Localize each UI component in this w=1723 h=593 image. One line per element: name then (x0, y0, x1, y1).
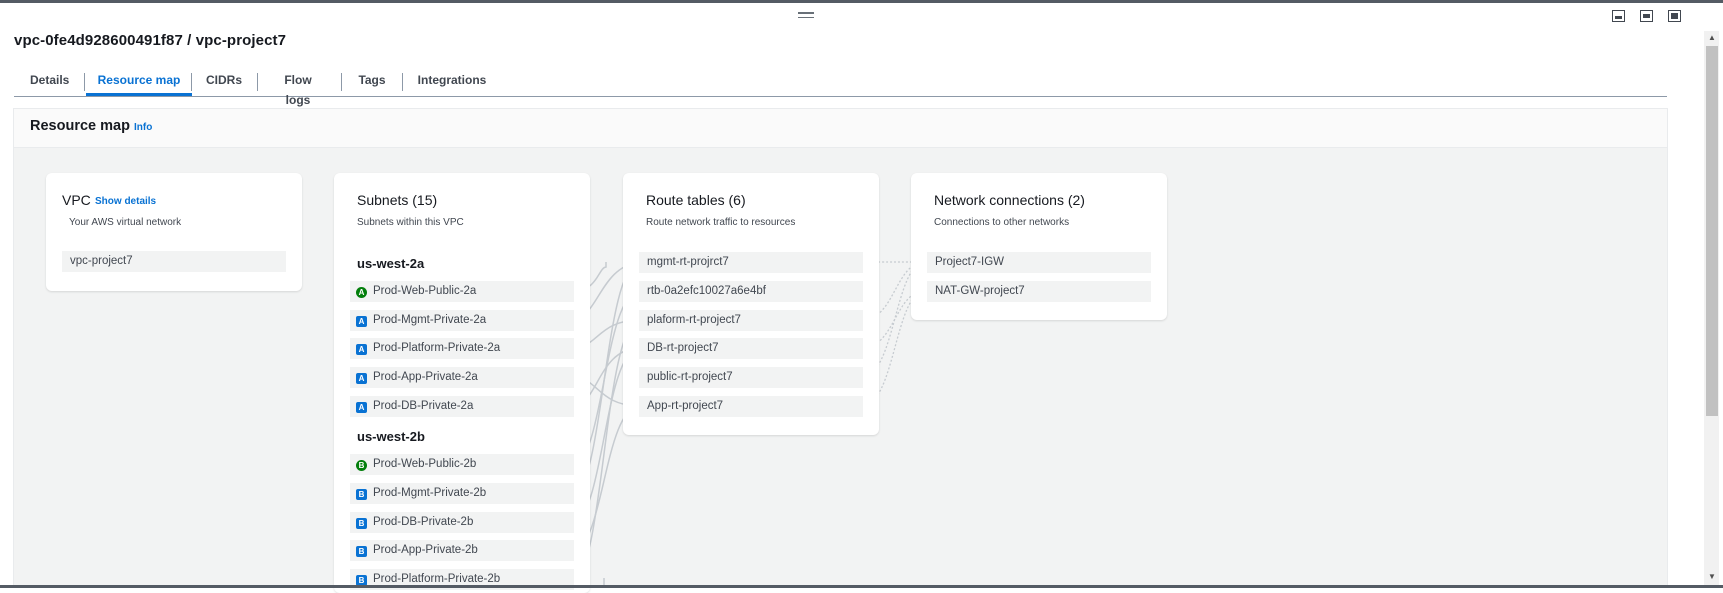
az-heading: us-west-2a (357, 256, 425, 271)
route-table-item[interactable]: App-rt-project7 (639, 396, 863, 417)
network-connections-card-title: Network connections (2) (934, 192, 1085, 208)
subnet-label: Prod-DB-Private-2a (373, 400, 474, 412)
private-subnet-badge-icon: B (356, 546, 367, 557)
subnet-label: Prod-App-Private-2a (373, 371, 478, 383)
subnet-item[interactable]: A Prod-App-Private-2a (350, 367, 574, 388)
private-subnet-badge-icon: B (356, 489, 367, 500)
private-subnet-badge-icon: A (356, 402, 367, 413)
public-subnet-badge-icon: A (356, 287, 367, 298)
subnet-item[interactable]: A Prod-DB-Private-2a (350, 396, 574, 417)
scrollbar-thumb[interactable] (1706, 46, 1718, 416)
vpc-card: VPC Show details Your AWS virtual networ… (46, 173, 302, 291)
network-connection-item[interactable]: Project7-IGW (927, 252, 1151, 273)
private-subnet-badge-icon: A (356, 316, 367, 327)
subnets-card-title: Subnets (15) (357, 192, 438, 208)
public-subnet-badge-icon: B (356, 460, 367, 471)
subnet-item[interactable]: A Prod-Web-Public-2a (350, 281, 574, 302)
subnets-card: Subnets (15) Subnets within this VPC us-… (334, 173, 590, 593)
subnet-label: Prod-Web-Public-2a (373, 285, 477, 297)
subnet-label: Prod-Mgmt-Private-2a (373, 314, 487, 326)
private-subnet-badge-icon: A (356, 344, 367, 355)
route-tables-card-subtitle: Route network traffic to resources (646, 217, 796, 228)
subnet-item[interactable]: B Prod-Web-Public-2b (350, 454, 574, 475)
vpc-card-subtitle: Your AWS virtual network (69, 217, 182, 228)
route-tables-card-title: Route tables (6) (646, 192, 746, 208)
subnet-label: Prod-App-Private-2b (373, 544, 478, 556)
subnet-item[interactable]: B Prod-DB-Private-2b (350, 512, 574, 533)
scroll-up-icon[interactable]: ▲ (1707, 33, 1717, 43)
network-connection-item[interactable]: NAT-GW-project7 (927, 281, 1151, 302)
subnet-label: Prod-Web-Public-2b (373, 458, 477, 470)
route-table-item[interactable]: plaform-rt-project7 (639, 310, 863, 331)
scroll-down-icon[interactable]: ▼ (1707, 572, 1717, 582)
vpc-card-title: VPC (62, 192, 91, 208)
subnet-label: Prod-DB-Private-2b (373, 516, 474, 528)
subnets-card-subtitle: Subnets within this VPC (357, 217, 464, 228)
private-subnet-badge-icon: B (356, 518, 367, 529)
show-details-link[interactable]: Show details (95, 196, 156, 207)
subnet-item[interactable]: A Prod-Mgmt-Private-2a (350, 310, 574, 331)
route-table-item[interactable]: mgmt-rt-projrct7 (639, 252, 863, 273)
network-connections-card-subtitle: Connections to other networks (934, 217, 1070, 228)
subnet-label: Prod-Mgmt-Private-2b (373, 487, 487, 499)
route-tables-card: Route tables (6) Route network traffic t… (623, 173, 879, 435)
az-heading: us-west-2b (357, 429, 425, 444)
route-table-item[interactable]: rtb-0a2efc10027a6e4bf (639, 281, 863, 302)
route-table-item[interactable]: DB-rt-project7 (639, 338, 863, 359)
subnet-label: Prod-Platform-Private-2b (373, 573, 501, 585)
private-subnet-badge-icon: A (356, 373, 367, 384)
subnet-item[interactable]: A Prod-Platform-Private-2a (350, 338, 574, 359)
route-table-item[interactable]: public-rt-project7 (639, 367, 863, 388)
network-connections-card: Network connections (2) Connections to o… (911, 173, 1167, 320)
vpc-item[interactable]: vpc-project7 (62, 251, 286, 272)
subnet-item[interactable]: B Prod-App-Private-2b (350, 540, 574, 561)
subnet-label: Prod-Platform-Private-2a (373, 342, 501, 354)
subnet-item[interactable]: B Prod-Mgmt-Private-2b (350, 483, 574, 504)
